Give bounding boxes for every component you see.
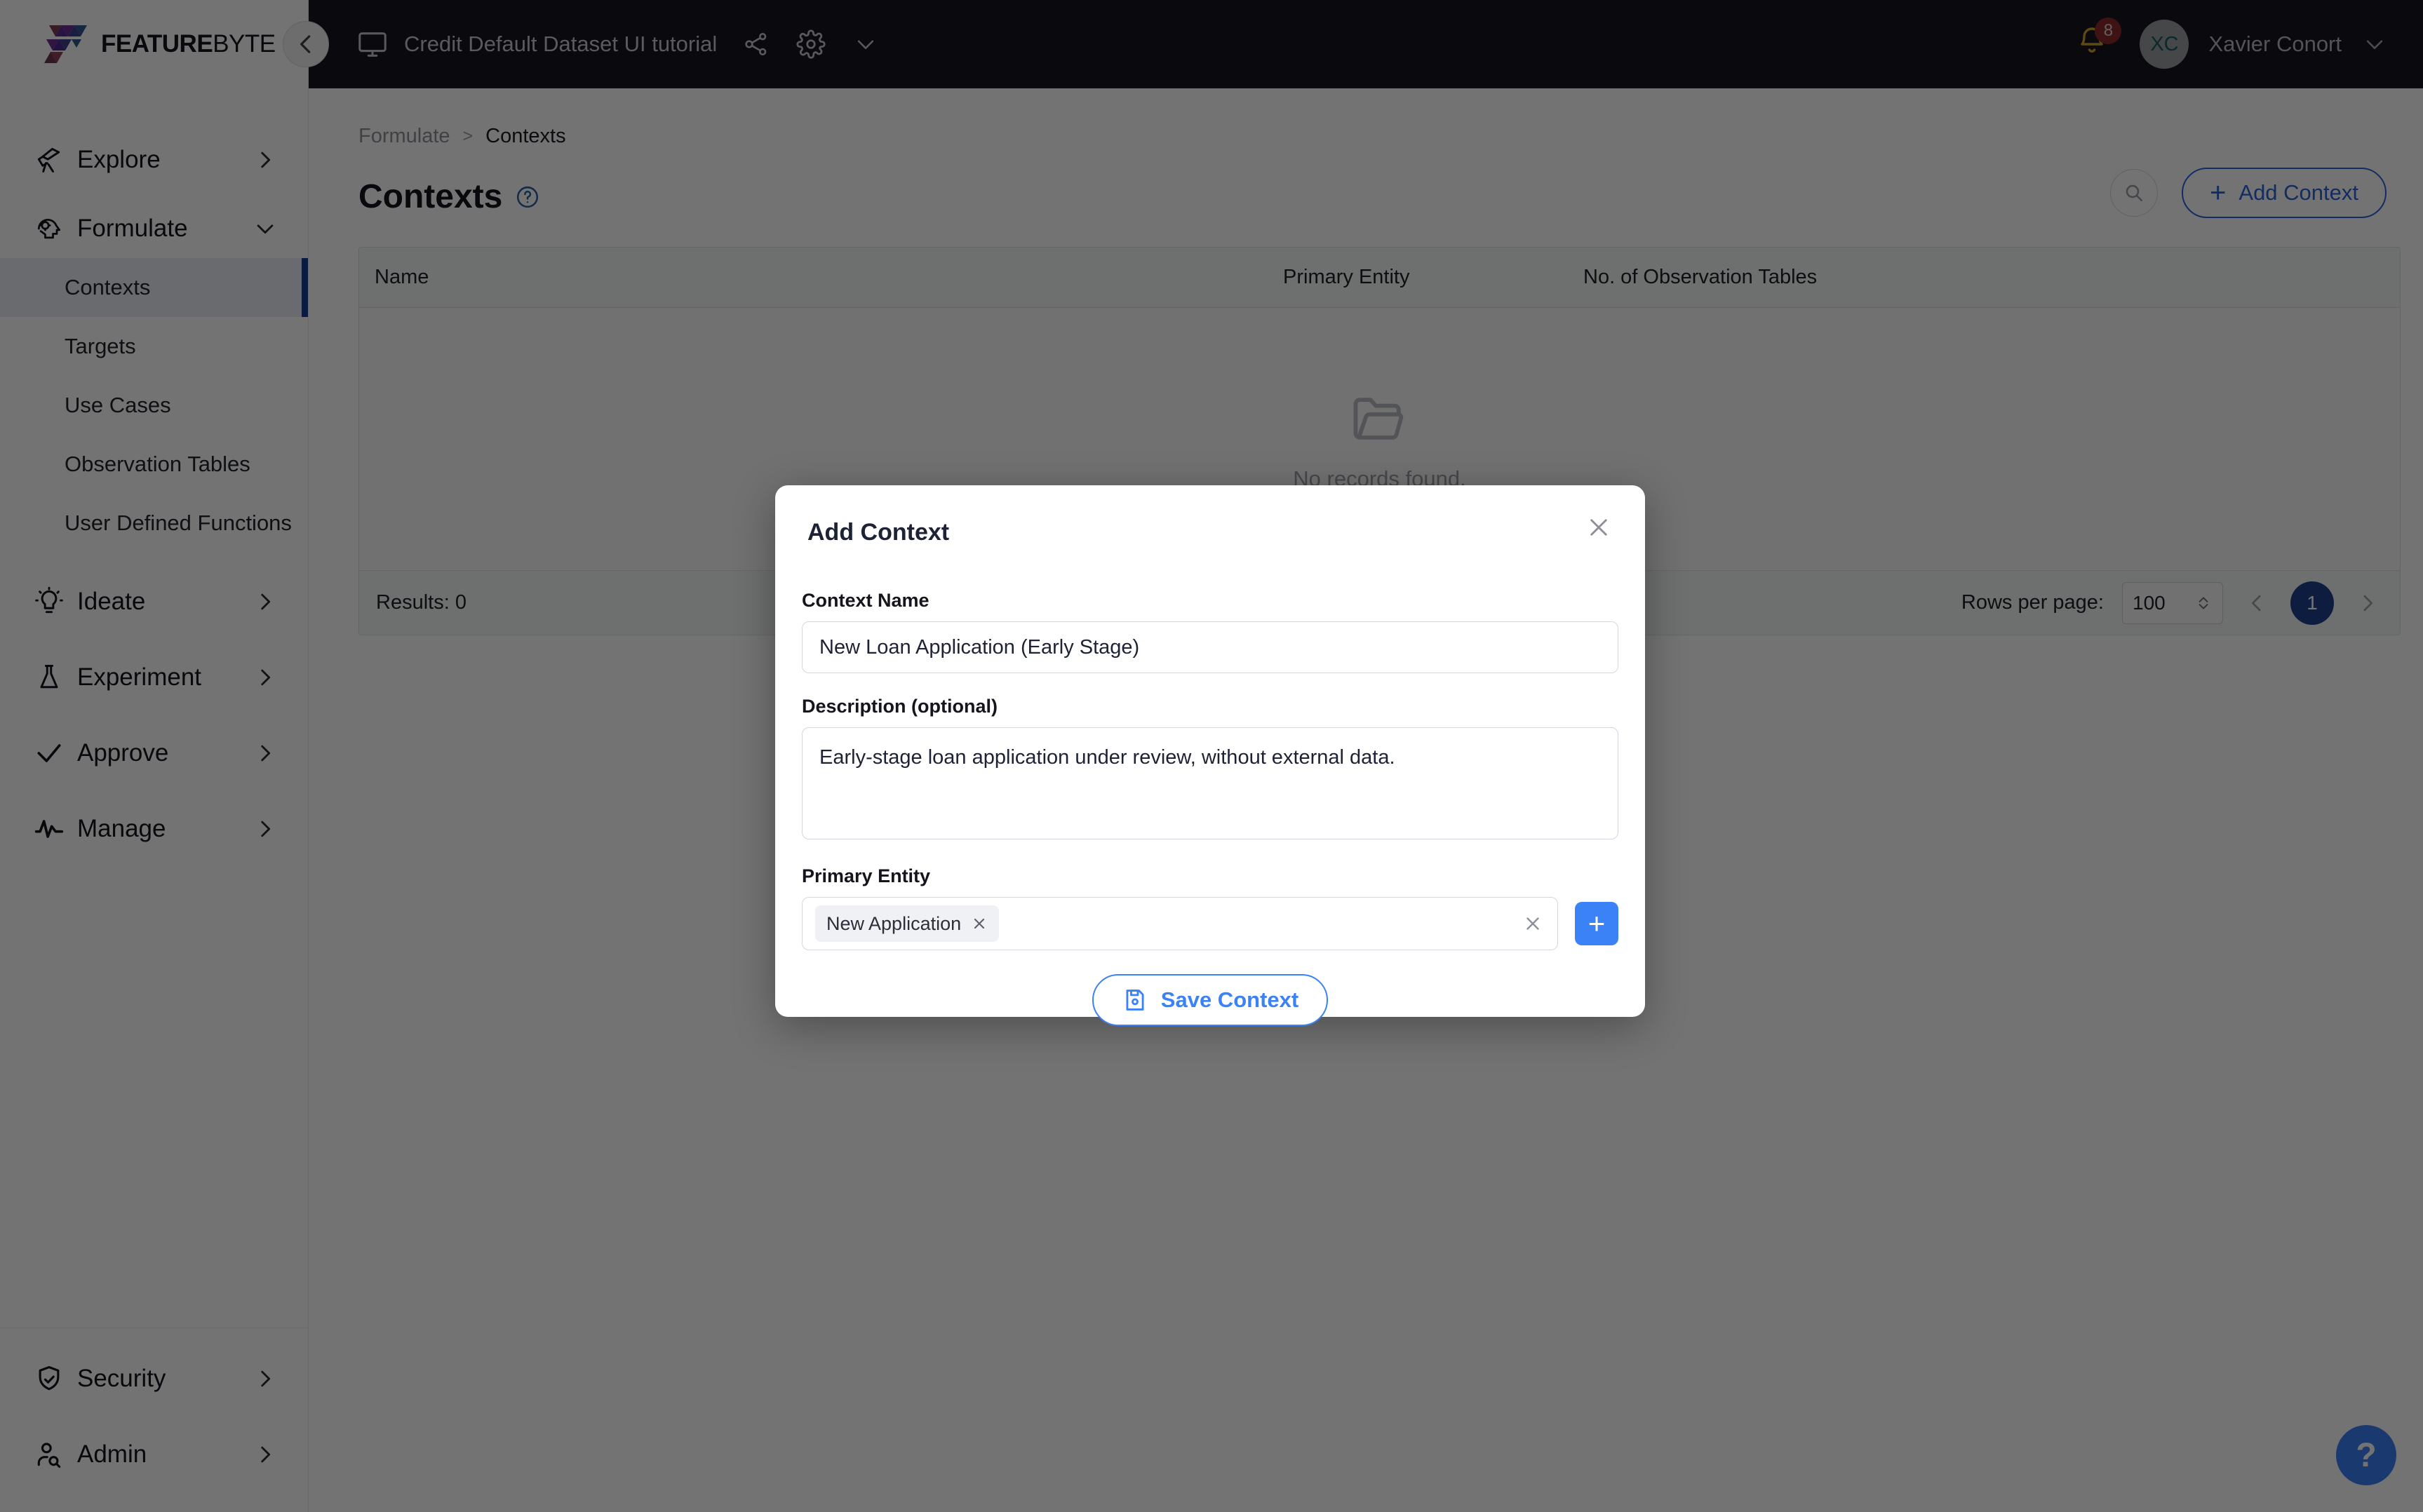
add-entity-button[interactable]: + [1575,902,1618,945]
primary-entity-label: Primary Entity [802,865,931,886]
save-context-button[interactable]: Save Context [1092,974,1329,1026]
entity-chip[interactable]: New Application [815,905,1000,942]
primary-entity-field-group: Primary Entity New Application + [802,865,1618,950]
modal-body: Context Name Description (optional) Prim… [775,569,1645,1026]
plus-icon: + [1588,907,1606,940]
primary-entity-input[interactable]: New Application [802,897,1558,950]
app-root: FEATUREBYTE Explore [0,0,2423,1512]
context-name-label: Context Name [802,590,929,611]
modal-header: Add Context [775,485,1645,546]
primary-entity-row: New Application + [802,897,1618,950]
modal-footer: Save Context [802,950,1618,1026]
description-textarea[interactable] [802,727,1618,839]
description-label: Description (optional) [802,696,998,717]
context-name-field-group: Context Name [802,590,1618,673]
entity-chip-label: New Application [826,912,962,934]
add-context-modal: Add Context Context Name Description (op… [775,485,1645,1026]
description-field-group: Description (optional) [802,696,1618,843]
context-name-input[interactable] [802,621,1618,673]
clear-field-icon[interactable] [1522,913,1543,934]
modal-title: Add Context [807,519,950,546]
remove-chip-icon[interactable] [971,915,988,932]
save-context-label: Save Context [1160,987,1299,1012]
close-icon[interactable] [1583,512,1614,543]
save-disk-icon [1126,990,1144,1011]
